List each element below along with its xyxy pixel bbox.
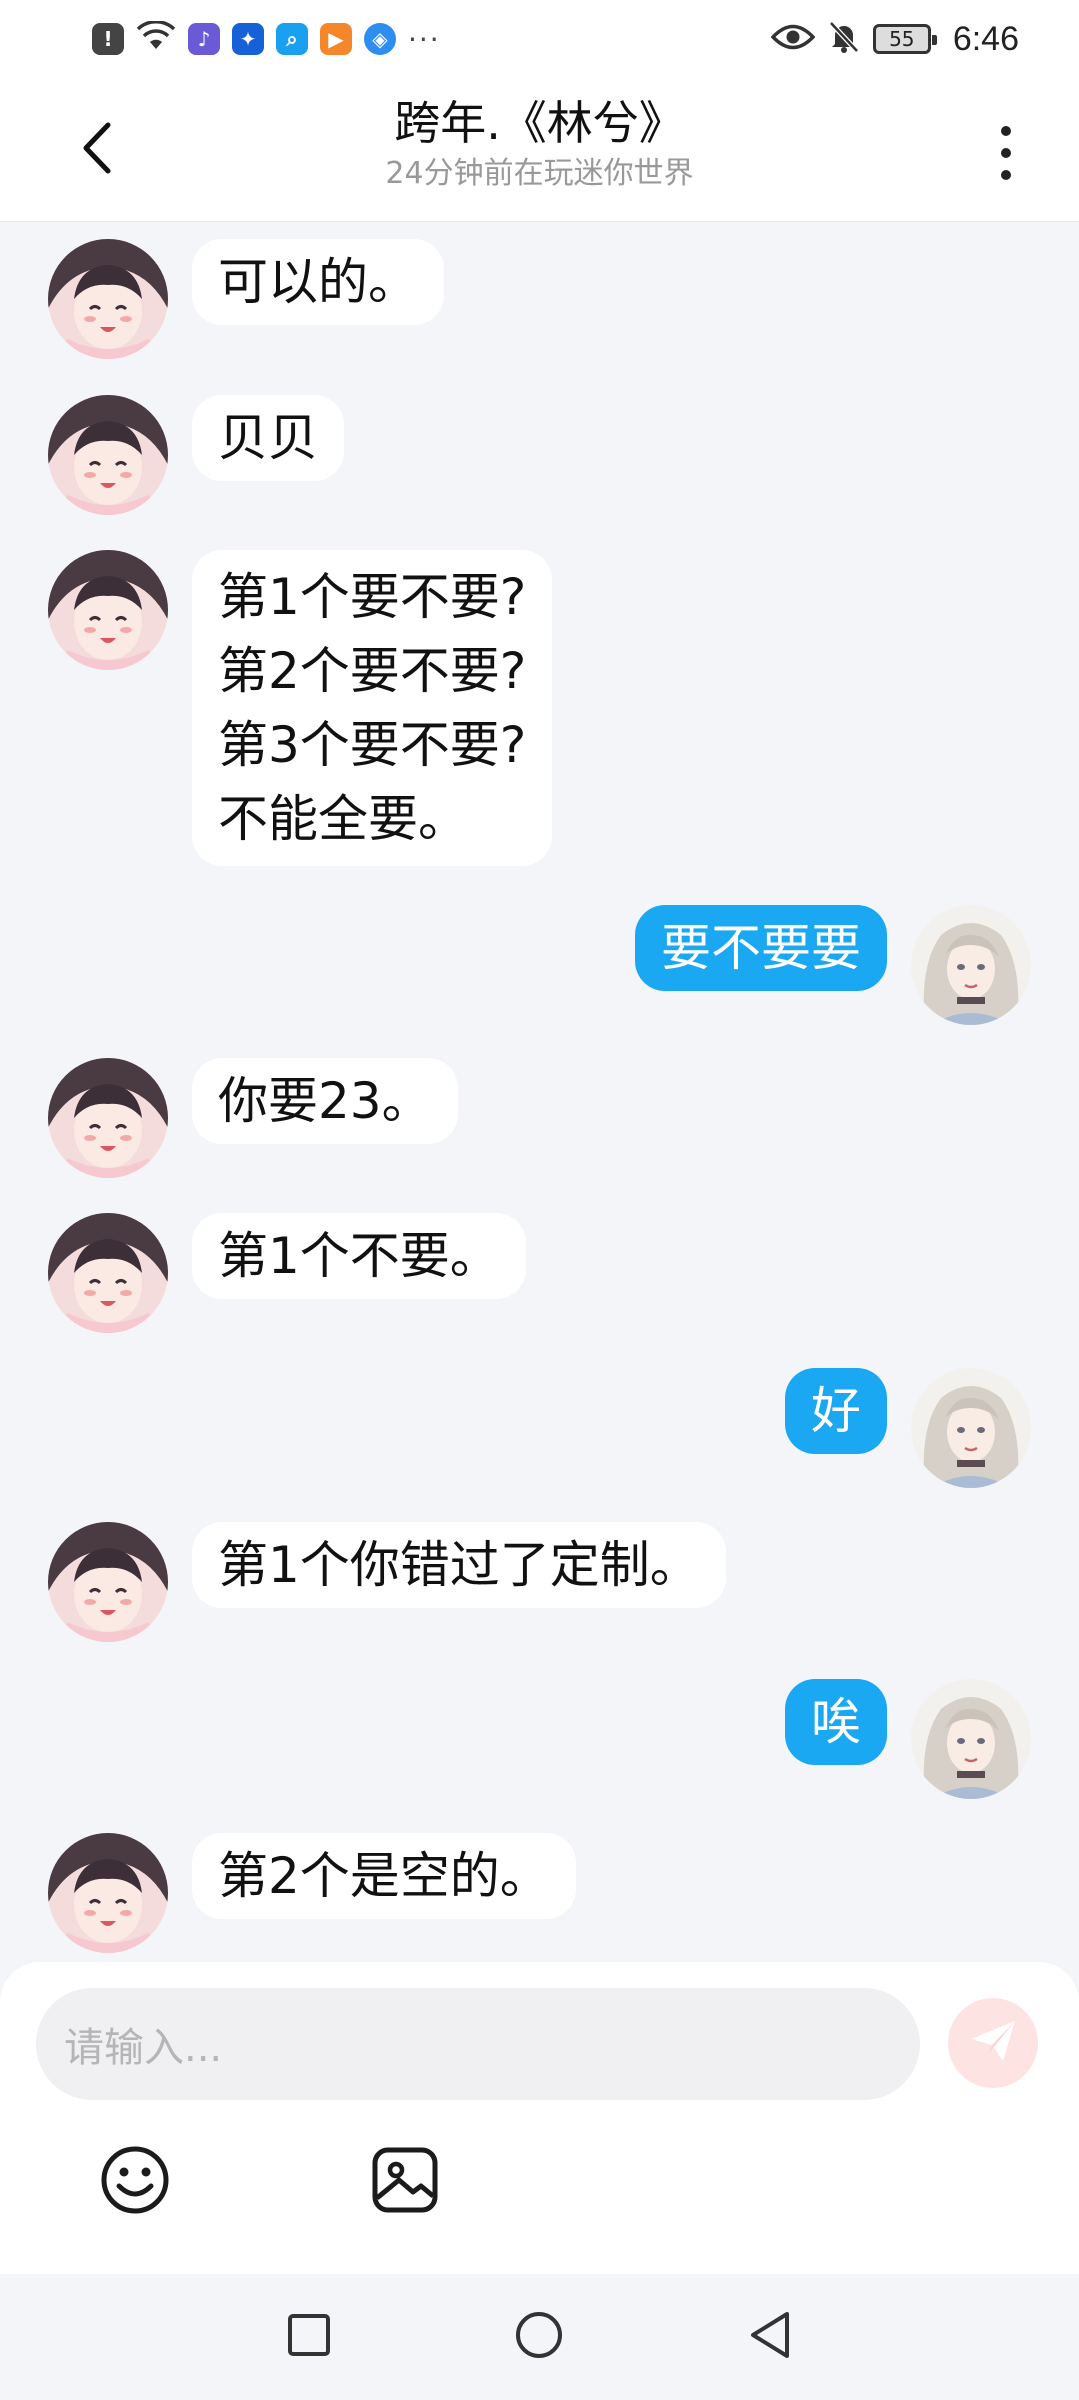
system-navigation-bar: [0, 2274, 1079, 2400]
emoji-button[interactable]: [95, 2142, 175, 2222]
more-dot: [1001, 126, 1011, 136]
triangle-back-icon: [747, 2310, 793, 2364]
square-icon: [286, 2312, 332, 2362]
back-button[interactable]: [70, 120, 124, 180]
message-bubble[interactable]: 唉: [785, 1679, 887, 1765]
more-dot: [1001, 148, 1011, 158]
contact-avatar[interactable]: [48, 1213, 168, 1333]
clock: 6:46: [952, 19, 1019, 58]
mute-bell-icon: [827, 20, 861, 58]
anime-girl-avatar-art: [48, 1213, 168, 1333]
video-app-icon: ▶: [320, 23, 352, 55]
circle-icon: [514, 2310, 564, 2364]
message-bubble[interactable]: 要不要要: [635, 905, 887, 991]
paper-plane-icon: [967, 2015, 1019, 2071]
anime-girl-avatar-art: [48, 1833, 168, 1953]
message-input[interactable]: 请输入...: [36, 1988, 920, 2100]
anime-girl-avatar-art: [48, 239, 168, 359]
contact-avatar[interactable]: [48, 1522, 168, 1642]
image-icon: [369, 2144, 441, 2220]
status-bar-right: 55 6:46: [770, 19, 1019, 59]
contact-avatar[interactable]: [48, 1833, 168, 1953]
battery-indicator: 55: [872, 24, 937, 54]
chat-subtitle: 24分钟前在玩迷你世界: [385, 156, 694, 191]
message-bubble[interactable]: 第1个不要。: [192, 1213, 526, 1299]
silver-hair-avatar-art: [911, 1368, 1031, 1488]
message-bubble[interactable]: 第1个要不要? 第2个要不要? 第3个要不要? 不能全要。: [192, 550, 553, 866]
message-bubble[interactable]: 好: [785, 1368, 887, 1454]
status-bar: ! ♪ ✦ ⌕ ▶ ◈ ··· 55 6:46: [0, 0, 1079, 78]
more-dot: [1001, 170, 1011, 180]
alert-notification-icon: !: [92, 23, 124, 55]
anime-girl-avatar-art: [48, 1522, 168, 1642]
send-button[interactable]: [948, 1998, 1038, 2088]
contact-avatar[interactable]: [48, 550, 168, 670]
chat-header: 跨年.《林兮》 24分钟前在玩迷你世界: [0, 78, 1079, 222]
chat-title-block: 跨年.《林兮》 24分钟前在玩迷你世界: [200, 92, 879, 194]
anime-girl-avatar-art: [48, 1058, 168, 1178]
browser-app-icon: ◈: [364, 23, 396, 55]
music-app-icon: ♪: [188, 23, 220, 55]
status-bar-left: ! ♪ ✦ ⌕ ▶ ◈ ···: [92, 20, 441, 57]
contact-avatar[interactable]: [48, 1058, 168, 1178]
bulb-app-icon: ✦: [232, 23, 264, 55]
my-avatar[interactable]: [911, 1368, 1031, 1488]
message-bubble[interactable]: 你要23。: [192, 1058, 458, 1144]
home-button[interactable]: [506, 2304, 572, 2370]
silver-hair-avatar-art: [911, 905, 1031, 1025]
silver-hair-avatar-art: [911, 1679, 1031, 1799]
input-panel: 请输入...: [0, 1962, 1079, 2274]
anime-girl-avatar-art: [48, 550, 168, 670]
message-bubble[interactable]: 第1个你错过了定制。: [192, 1522, 726, 1608]
recents-button[interactable]: [276, 2304, 342, 2370]
eye-icon: [770, 22, 816, 56]
message-list[interactable]: 可以的。 贝贝 第1个要不要? 第2个要不要? 第3个要不要? 不能全要。 要不…: [0, 222, 1079, 1962]
wifi-icon: [136, 20, 176, 57]
back-nav-button[interactable]: [737, 2304, 803, 2370]
my-avatar[interactable]: [911, 1679, 1031, 1799]
contact-avatar[interactable]: [48, 395, 168, 515]
contact-avatar[interactable]: [48, 239, 168, 359]
my-avatar[interactable]: [911, 905, 1031, 1025]
smiley-icon: [99, 2144, 171, 2220]
chat-title: 跨年.《林兮》: [394, 96, 685, 150]
more-options-button[interactable]: [981, 118, 1031, 188]
message-bubble[interactable]: 贝贝: [192, 395, 344, 481]
chevron-left-icon: [80, 121, 114, 179]
search-app-icon: ⌕: [276, 23, 308, 55]
image-button[interactable]: [365, 2142, 445, 2222]
more-notifications-indicator: ···: [408, 22, 441, 56]
message-bubble[interactable]: 可以的。: [192, 239, 444, 325]
anime-girl-avatar-art: [48, 395, 168, 515]
message-bubble[interactable]: 第2个是空的。: [192, 1833, 576, 1919]
